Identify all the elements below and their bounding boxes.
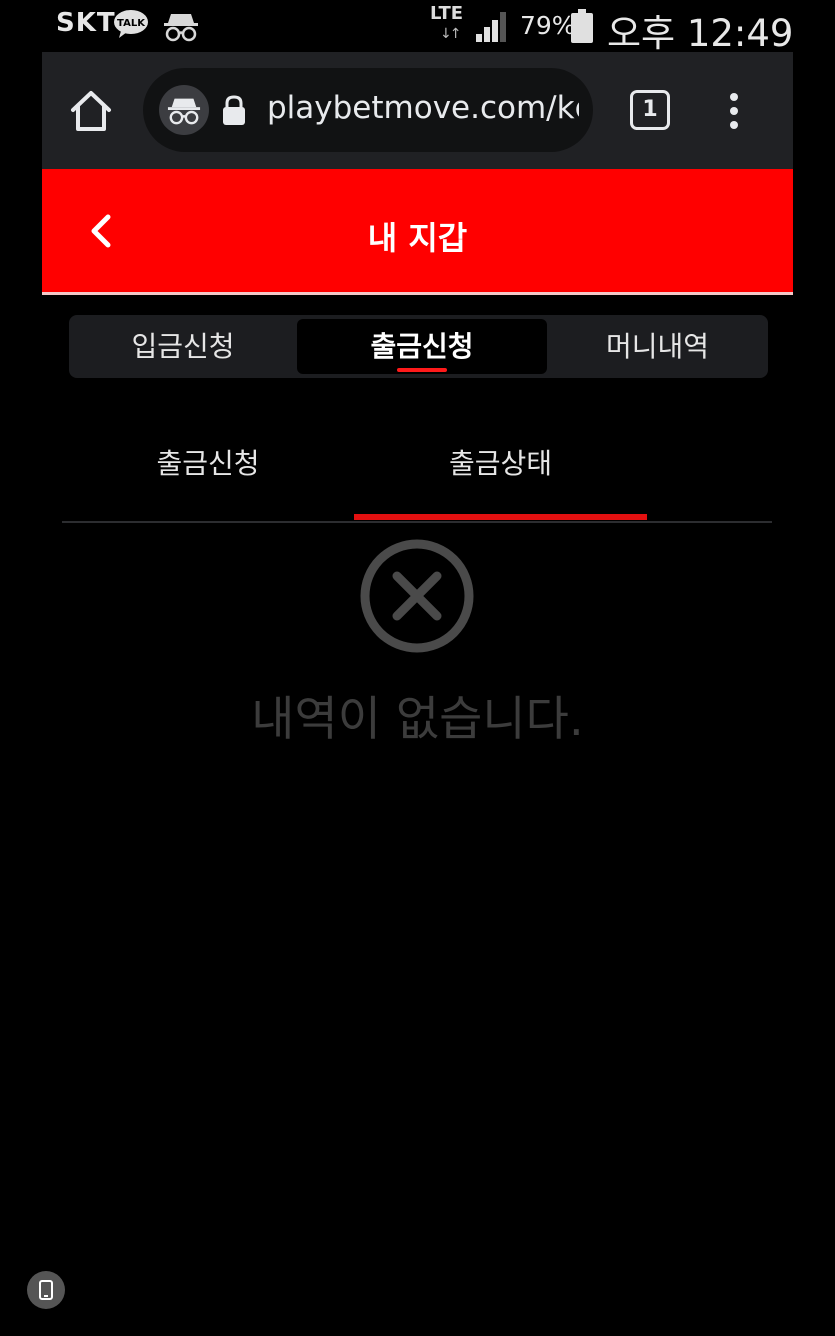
subtab-divider	[62, 521, 772, 523]
tab-withdraw[interactable]: 출금신청	[297, 319, 547, 374]
page-title: 내 지갑	[367, 219, 468, 257]
url-text: playbetmove.com/kc	[267, 90, 579, 126]
kakaotalk-icon: TALK	[114, 10, 148, 38]
tab-money-history[interactable]: 머니내역	[547, 319, 768, 374]
incognito-icon	[167, 98, 201, 125]
tab-withdraw-label: 출금신청	[370, 330, 474, 363]
battery-percent: 79%	[520, 11, 576, 40]
signal-icon	[476, 12, 506, 42]
incognito-badge	[159, 85, 209, 135]
browser-toolbar: playbetmove.com/kc 1	[42, 52, 793, 169]
empty-state-message: 내역이 없습니다.	[251, 692, 584, 747]
home-icon[interactable]	[68, 88, 114, 134]
close-circle-icon	[360, 539, 474, 653]
active-tab-indicator	[397, 368, 447, 372]
main-tabs: 입금신청 출금신청 머니내역	[69, 315, 768, 378]
phone-icon	[39, 1280, 53, 1300]
incognito-icon	[164, 14, 198, 42]
lock-icon[interactable]	[221, 94, 247, 126]
header-divider	[42, 292, 793, 295]
data-activity-icon: ↓↑	[440, 26, 462, 42]
status-bar: SKT TALK LTE ↓↑ 79% 오후 12:49	[0, 0, 835, 55]
carrier-label: SKT	[56, 8, 116, 38]
address-bar[interactable]: playbetmove.com/kc	[143, 68, 593, 152]
tab-switcher-button[interactable]: 1	[630, 90, 670, 130]
more-vert-icon[interactable]	[726, 92, 742, 130]
sub-tabs: 출금신청 출금상태	[62, 410, 772, 524]
svg-text:TALK: TALK	[117, 18, 146, 29]
battery-icon	[571, 9, 593, 43]
network-type: LTE	[430, 3, 464, 24]
subtab-withdraw-request[interactable]: 출금신청	[62, 442, 354, 482]
floating-device-button[interactable]	[27, 1271, 65, 1309]
subtab-withdraw-status[interactable]: 출금상태	[354, 442, 647, 482]
clock: 오후 12:49	[607, 12, 794, 55]
active-subtab-indicator	[354, 514, 647, 520]
page-header: 내 지갑	[42, 169, 793, 292]
tab-deposit[interactable]: 입금신청	[69, 319, 297, 374]
